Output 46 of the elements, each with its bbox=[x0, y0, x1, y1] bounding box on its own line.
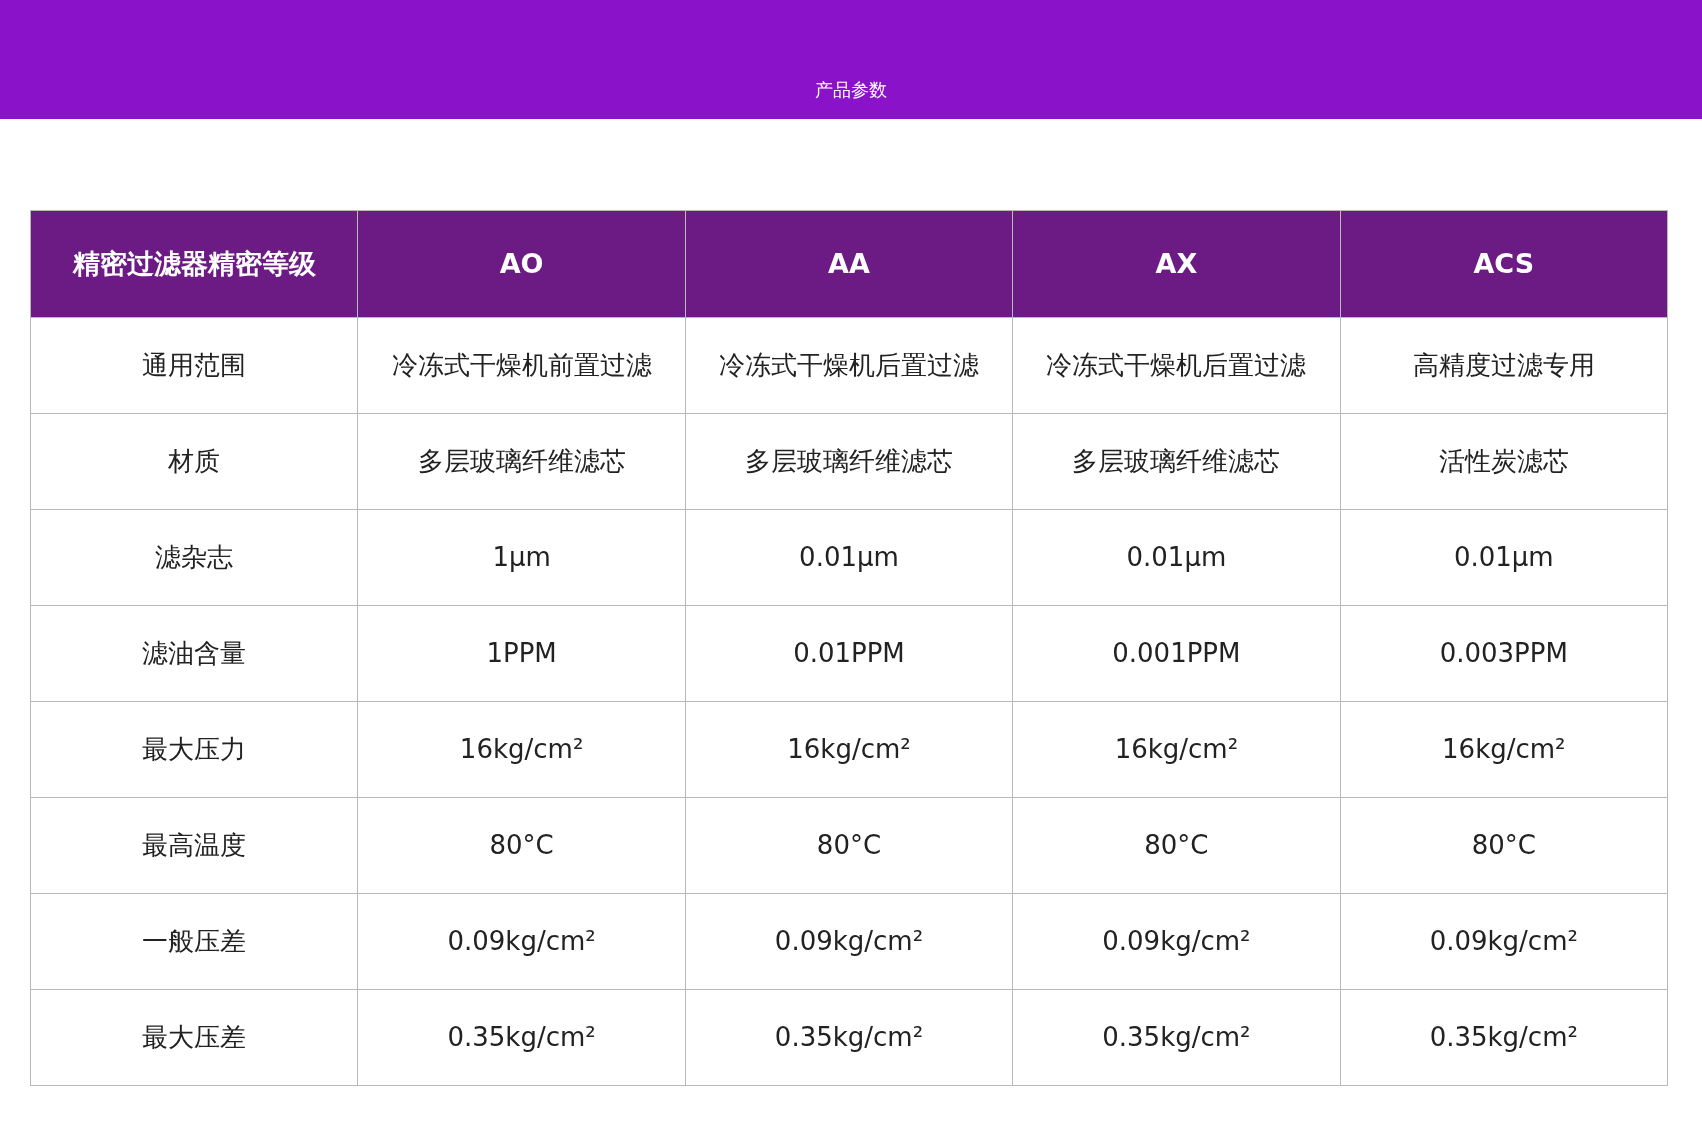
table-cell: 0.09kg/cm² bbox=[1012, 893, 1341, 990]
column-header: AX bbox=[1012, 210, 1341, 318]
table-cell: 1μm bbox=[357, 509, 686, 606]
table-cell: 多层玻璃纤维滤芯 bbox=[357, 413, 686, 510]
table-cell: 80°C bbox=[1012, 797, 1341, 894]
table-cell: 0.35kg/cm² bbox=[1012, 989, 1341, 1086]
row-header: 通用范围 bbox=[30, 317, 358, 414]
table-cell: 0.09kg/cm² bbox=[357, 893, 686, 990]
column-header: AO bbox=[357, 210, 686, 318]
row-header: 滤杂志 bbox=[30, 509, 358, 606]
column-header: 精密过滤器精密等级 bbox=[30, 210, 358, 318]
table-cell: 0.09kg/cm² bbox=[1340, 893, 1668, 990]
row-header: 最大压力 bbox=[30, 701, 358, 798]
row-header: 最大压差 bbox=[30, 989, 358, 1086]
table-cell: 高精度过滤专用 bbox=[1340, 317, 1668, 414]
table-cell: 1PPM bbox=[357, 605, 686, 702]
table-cell: 80°C bbox=[685, 797, 1013, 894]
table-cell: 冷冻式干燥机后置过滤 bbox=[685, 317, 1013, 414]
table-cell: 16kg/cm² bbox=[1012, 701, 1341, 798]
column-header: AA bbox=[685, 210, 1013, 318]
column-header: ACS bbox=[1340, 210, 1668, 318]
table-cell: 16kg/cm² bbox=[357, 701, 686, 798]
row-header: 一般压差 bbox=[30, 893, 358, 990]
table-cell: 0.35kg/cm² bbox=[1340, 989, 1668, 1086]
table-cell: 0.35kg/cm² bbox=[685, 989, 1013, 1086]
row-header: 材质 bbox=[30, 413, 358, 510]
table-cell: 0.09kg/cm² bbox=[685, 893, 1013, 990]
table-cell: 0.35kg/cm² bbox=[357, 989, 686, 1086]
table-cell: 0.01μm bbox=[1340, 509, 1668, 606]
table-cell: 冷冻式干燥机前置过滤 bbox=[357, 317, 686, 414]
page-title: 产品参数 bbox=[815, 78, 887, 102]
table-cell: 多层玻璃纤维滤芯 bbox=[1012, 413, 1341, 510]
table-cell: 0.01μm bbox=[685, 509, 1013, 606]
table-cell: 冷冻式干燥机后置过滤 bbox=[1012, 317, 1341, 414]
table-cell: 多层玻璃纤维滤芯 bbox=[685, 413, 1013, 510]
table-cell: 0.001PPM bbox=[1012, 605, 1341, 702]
table-cell: 0.01μm bbox=[1012, 509, 1341, 606]
table-cell: 0.01PPM bbox=[685, 605, 1013, 702]
table-cell: 80°C bbox=[1340, 797, 1668, 894]
table-cell: 16kg/cm² bbox=[1340, 701, 1668, 798]
table-cell: 0.003PPM bbox=[1340, 605, 1668, 702]
table-cell: 16kg/cm² bbox=[685, 701, 1013, 798]
row-header: 滤油含量 bbox=[30, 605, 358, 702]
row-header: 最高温度 bbox=[30, 797, 358, 894]
table-cell: 80°C bbox=[357, 797, 686, 894]
table-cell: 活性炭滤芯 bbox=[1340, 413, 1668, 510]
